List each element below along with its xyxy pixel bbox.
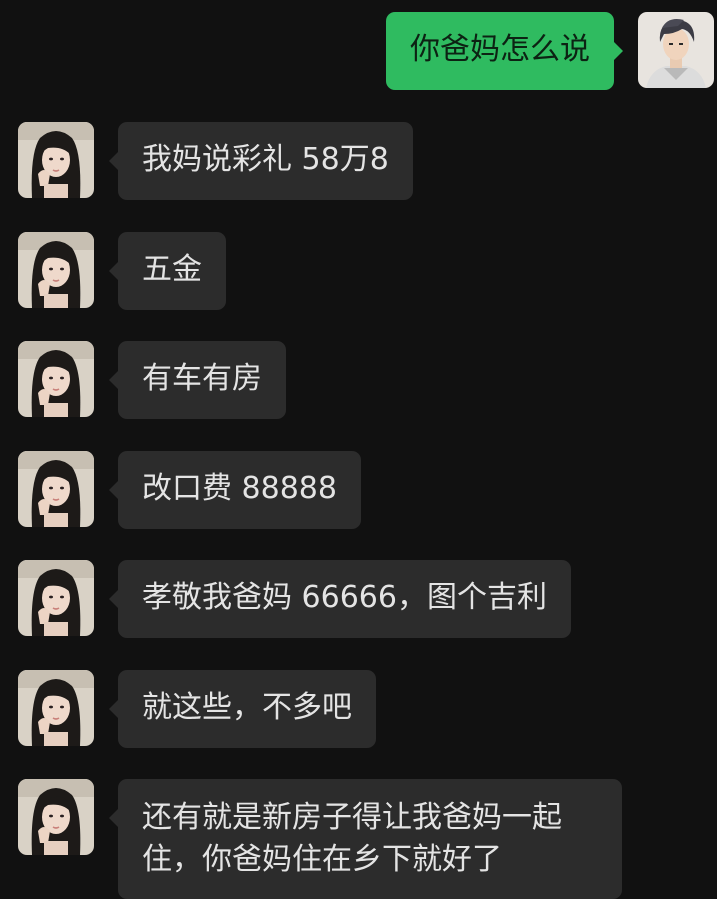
- message-bubble-incoming[interactable]: 还有就是新房子得让我爸妈一起住，你爸妈住在乡下就好了: [118, 779, 622, 899]
- message-bubble-incoming[interactable]: 孝敬我爸妈 66666，图个吉利: [118, 560, 571, 638]
- bubble-tail: [109, 371, 118, 389]
- bubble-tail: [109, 481, 118, 499]
- my-avatar[interactable]: [638, 12, 714, 88]
- message-row-outgoing: 你爸妈怎么说: [0, 12, 717, 90]
- message-bubble-outgoing[interactable]: 你爸妈怎么说: [386, 12, 614, 90]
- female-avatar-icon: [18, 560, 94, 636]
- message-row-incoming: 五金: [0, 232, 717, 310]
- contact-avatar[interactable]: [18, 122, 94, 198]
- bubble-tail: [109, 262, 118, 280]
- female-avatar-icon: [18, 779, 94, 855]
- message-row-incoming: 还有就是新房子得让我爸妈一起住，你爸妈住在乡下就好了: [0, 779, 717, 899]
- contact-avatar[interactable]: [18, 451, 94, 527]
- contact-avatar[interactable]: [18, 341, 94, 417]
- bubble-tail: [109, 700, 118, 718]
- message-row-incoming: 改口费 88888: [0, 451, 717, 529]
- message-bubble-incoming[interactable]: 有车有房: [118, 341, 286, 419]
- contact-avatar[interactable]: [18, 560, 94, 636]
- message-bubble-incoming[interactable]: 就这些，不多吧: [118, 670, 376, 748]
- bubble-tail: [109, 809, 118, 827]
- bubble-tail: [614, 42, 623, 60]
- contact-avatar[interactable]: [18, 232, 94, 308]
- chat-message-list[interactable]: 你爸妈怎么说 我妈说彩礼 58万8 五金 有车有房 改口费 88888 孝敬我爸…: [0, 0, 717, 899]
- message-bubble-incoming[interactable]: 五金: [118, 232, 226, 310]
- message-row-incoming: 就这些，不多吧: [0, 670, 717, 748]
- contact-avatar[interactable]: [18, 670, 94, 746]
- message-row-incoming: 有车有房: [0, 341, 717, 419]
- message-row-incoming: 孝敬我爸妈 66666，图个吉利: [0, 560, 717, 638]
- bubble-tail: [109, 590, 118, 608]
- male-avatar-icon: [638, 12, 714, 88]
- female-avatar-icon: [18, 451, 94, 527]
- message-row-incoming: 我妈说彩礼 58万8: [0, 122, 717, 200]
- female-avatar-icon: [18, 670, 94, 746]
- female-avatar-icon: [18, 122, 94, 198]
- message-bubble-incoming[interactable]: 改口费 88888: [118, 451, 361, 529]
- female-avatar-icon: [18, 341, 94, 417]
- contact-avatar[interactable]: [18, 779, 94, 855]
- bubble-tail: [109, 152, 118, 170]
- message-bubble-incoming[interactable]: 我妈说彩礼 58万8: [118, 122, 413, 200]
- female-avatar-icon: [18, 232, 94, 308]
